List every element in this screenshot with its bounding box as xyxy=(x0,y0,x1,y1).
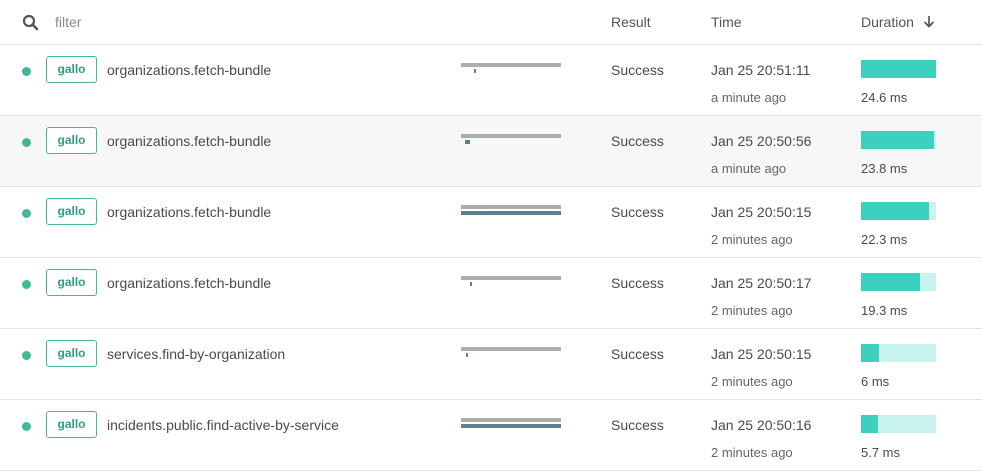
timestamp: Jan 25 20:50:56 xyxy=(711,133,812,149)
duration-bar xyxy=(861,202,936,220)
table-header: Result Time Duration xyxy=(0,0,982,45)
status-dot xyxy=(22,209,31,218)
result-status: Success xyxy=(611,204,664,220)
duration-bar xyxy=(861,131,936,149)
trace-track xyxy=(461,347,561,351)
trace-timeline xyxy=(461,347,561,367)
trace-track xyxy=(461,63,561,67)
duration-value: 24.6 ms xyxy=(861,90,908,105)
table-row[interactable]: gallo incidents.public.find-active-by-ser… xyxy=(0,400,982,471)
duration-value: 23.8 ms xyxy=(861,161,908,176)
trace-timeline xyxy=(461,276,561,296)
operation-name[interactable]: services.find-by-organization xyxy=(107,346,285,362)
duration-bar-fill xyxy=(861,202,929,220)
table-row[interactable]: gallo organizations.fetch-bundle Success Ja… xyxy=(0,45,982,116)
status-dot xyxy=(22,351,31,360)
timestamp: Jan 25 20:50:16 xyxy=(711,417,812,433)
time-column-header[interactable]: Time xyxy=(711,14,742,30)
search-icon[interactable] xyxy=(22,14,40,32)
status-dot xyxy=(22,67,31,76)
relative-time: 2 minutes ago xyxy=(711,445,793,460)
duration-value: 5.7 ms xyxy=(861,445,901,460)
filter-input[interactable] xyxy=(46,10,364,34)
result-status: Success xyxy=(611,346,664,362)
trace-track xyxy=(461,205,561,209)
result-status: Success xyxy=(611,275,664,291)
trace-timeline xyxy=(461,134,561,154)
table-row[interactable]: gallo organizations.fetch-bundle Success Ja… xyxy=(0,258,982,329)
result-status: Success xyxy=(611,417,664,433)
status-dot xyxy=(22,422,31,431)
trace-timeline xyxy=(461,205,561,225)
service-tag[interactable]: gallo xyxy=(46,127,97,154)
result-status: Success xyxy=(611,62,664,78)
relative-time: 2 minutes ago xyxy=(711,303,793,318)
duration-bar xyxy=(861,60,936,78)
duration-value: 6 ms xyxy=(861,374,890,389)
service-tag[interactable]: gallo xyxy=(46,198,97,225)
duration-bar-fill xyxy=(861,344,880,362)
operation-name[interactable]: organizations.fetch-bundle xyxy=(107,275,271,291)
operation-name[interactable]: incidents.public.find-active-by-service xyxy=(107,417,339,433)
duration-bar-fill xyxy=(861,131,934,149)
table-row[interactable]: gallo services.find-by-organization Succes… xyxy=(0,329,982,400)
status-dot xyxy=(22,280,31,289)
timestamp: Jan 25 20:50:15 xyxy=(711,346,812,362)
duration-header-label: Duration xyxy=(861,14,914,30)
duration-bar xyxy=(861,273,936,291)
duration-value: 22.3 ms xyxy=(861,232,908,247)
trace-span-bar xyxy=(461,424,561,428)
timestamp: Jan 25 20:50:17 xyxy=(711,275,812,291)
relative-time: a minute ago xyxy=(711,161,787,176)
trace-span-bar xyxy=(466,353,468,357)
result-status: Success xyxy=(611,133,664,149)
duration-bar xyxy=(861,415,936,433)
relative-time: 2 minutes ago xyxy=(711,232,793,247)
service-tag[interactable]: gallo xyxy=(46,269,97,296)
table-row[interactable]: gallo organizations.fetch-bundle Success Ja… xyxy=(0,187,982,258)
service-tag[interactable]: gallo xyxy=(46,411,97,438)
table-row[interactable]: gallo organizations.fetch-bundle Success Ja… xyxy=(0,116,982,187)
duration-bar-fill xyxy=(861,415,879,433)
result-column-header[interactable]: Result xyxy=(611,14,651,30)
sort-descending-icon[interactable] xyxy=(923,15,935,28)
timestamp: Jan 25 20:51:11 xyxy=(711,62,811,78)
trace-span-bar xyxy=(474,69,476,73)
trace-span-bar xyxy=(470,282,472,286)
duration-bar-fill xyxy=(861,60,936,78)
trace-timeline xyxy=(461,63,561,83)
status-dot xyxy=(22,138,31,147)
trace-span-bar xyxy=(465,140,470,144)
relative-time: a minute ago xyxy=(711,90,787,105)
duration-bar xyxy=(861,344,936,362)
duration-bar-fill xyxy=(861,273,920,291)
service-tag[interactable]: gallo xyxy=(46,56,97,83)
trace-track xyxy=(461,418,561,422)
trace-track xyxy=(461,134,561,138)
duration-value: 19.3 ms xyxy=(861,303,908,318)
service-tag[interactable]: gallo xyxy=(46,340,97,367)
operation-name[interactable]: organizations.fetch-bundle xyxy=(107,204,271,220)
timestamp: Jan 25 20:50:15 xyxy=(711,204,812,220)
trace-track xyxy=(461,276,561,280)
trace-span-bar xyxy=(461,211,561,215)
operation-name[interactable]: organizations.fetch-bundle xyxy=(107,62,271,78)
duration-column-header[interactable]: Duration xyxy=(861,14,935,30)
trace-list: gallo organizations.fetch-bundle Success Ja… xyxy=(0,45,982,471)
trace-timeline xyxy=(461,418,561,438)
operation-name[interactable]: organizations.fetch-bundle xyxy=(107,133,271,149)
relative-time: 2 minutes ago xyxy=(711,374,793,389)
